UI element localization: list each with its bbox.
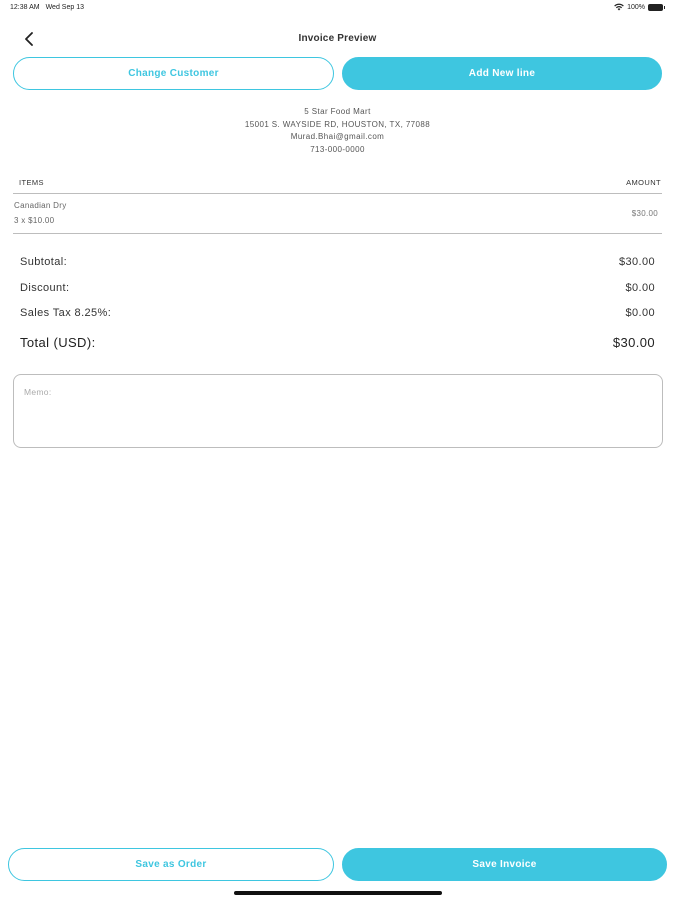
- add-new-line-button[interactable]: Add New line: [342, 57, 662, 90]
- total-row: Total (USD): $30.00: [20, 335, 655, 361]
- totals-section: Subtotal: $30.00 Discount: $0.00 Sales T…: [20, 256, 655, 360]
- customer-info: 5 Star Food Mart 15001 S. WAYSIDE RD, HO…: [0, 106, 675, 156]
- save-invoice-button[interactable]: Save Invoice: [342, 848, 667, 881]
- total-label: Total (USD):: [20, 334, 96, 350]
- amount-column-header: AMOUNT: [626, 178, 661, 187]
- customer-name: 5 Star Food Mart: [304, 107, 371, 116]
- status-indicators: 100%: [614, 3, 665, 11]
- status-date: Wed Sep 13: [45, 4, 84, 11]
- battery-percentage: 100%: [627, 3, 645, 11]
- change-customer-button[interactable]: Change Customer: [13, 57, 334, 90]
- status-time-date: 12:38 AM Wed Sep 13: [10, 4, 84, 11]
- sales-tax-label: Sales Tax 8.25%:: [20, 307, 112, 319]
- wifi-icon: [614, 3, 624, 11]
- items-column-header: ITEMS: [19, 178, 44, 187]
- discount-value: $0.00: [625, 281, 655, 294]
- save-as-order-button[interactable]: Save as Order: [8, 848, 334, 881]
- status-time: 12:38 AM: [10, 4, 40, 11]
- customer-phone: 713-000-0000: [310, 144, 365, 154]
- sales-tax-row: Sales Tax 8.25%: $0.00: [20, 307, 655, 333]
- items-table-header: ITEMS AMOUNT: [13, 176, 662, 194]
- subtotal-label: Subtotal:: [20, 256, 68, 268]
- memo-field[interactable]: [13, 374, 663, 448]
- sales-tax-value: $0.00: [625, 307, 655, 319]
- subtotal-row: Subtotal: $30.00: [20, 256, 655, 282]
- discount-label: Discount:: [20, 281, 70, 294]
- item-name: Canadian Dry: [14, 201, 67, 210]
- item-amount: $30.00: [631, 209, 658, 218]
- customer-address: 15001 S. WAYSIDE RD, HOUSTON, TX, 77088: [244, 119, 431, 129]
- home-indicator: [234, 891, 442, 895]
- table-row[interactable]: Canadian Dry 3 x $10.00 $30.00: [13, 196, 662, 234]
- page-title: Invoice Preview: [298, 33, 377, 44]
- customer-email: Murad.Bhai@gmail.com: [290, 132, 385, 141]
- discount-row: Discount: $0.00: [20, 282, 655, 308]
- item-quantity-price: 3 x $10.00: [14, 216, 55, 225]
- status-bar: 12:38 AM Wed Sep 13 100%: [0, 0, 675, 16]
- navigation-bar: Invoice Preview: [0, 26, 675, 52]
- subtotal-value: $30.00: [618, 256, 655, 268]
- battery-icon: [648, 3, 665, 11]
- total-value: $30.00: [612, 334, 655, 350]
